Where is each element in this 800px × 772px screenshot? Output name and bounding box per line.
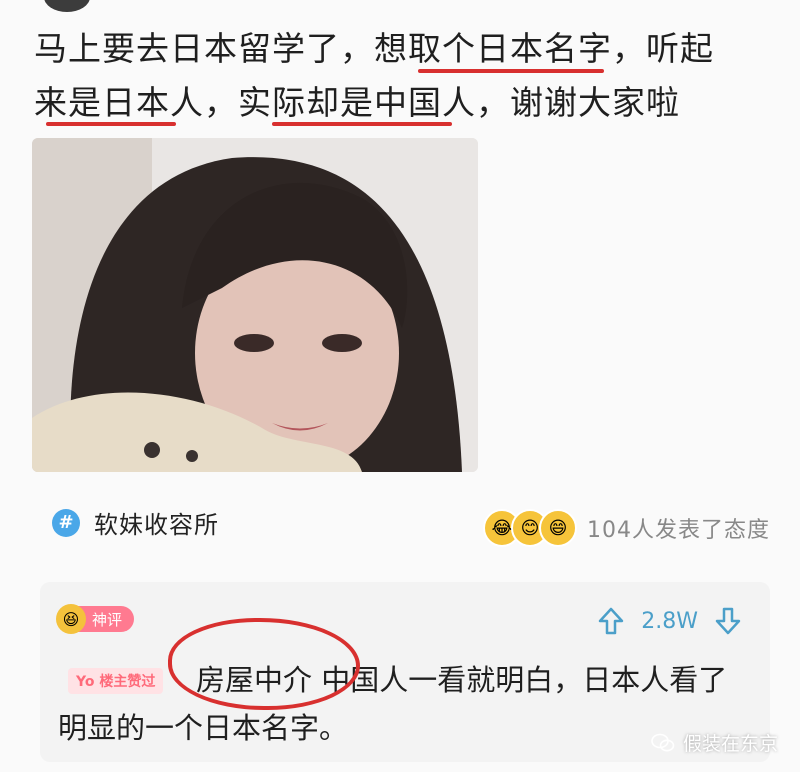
highlight-underline <box>272 122 452 126</box>
highlight-circle <box>168 618 360 710</box>
grin-emoji-icon: 😄 <box>539 509 577 547</box>
topic-tag[interactable]: # 软妹收容所 <box>52 505 219 540</box>
post-text: 马上要去日本留学了，想取个日本名字，听起 来是日本人，实际却是中国人，谢谢大家啦 <box>34 22 774 130</box>
downvote-arrow-icon[interactable] <box>714 606 742 636</box>
god-comment-badge: 😆 神评 <box>56 604 135 634</box>
vote-count: 2.8W <box>641 608 698 634</box>
watermark: 假装在东京 <box>651 729 778 756</box>
smile-emoji-icon: 😆 <box>56 604 86 634</box>
post-text-line-2: 来是日本人，实际却是中国人，谢谢大家啦 <box>34 83 680 122</box>
wechat-icon <box>651 733 675 751</box>
reactions[interactable]: 😂 😊 😄 104人发表了态度 <box>483 509 770 547</box>
upvote-arrow-icon[interactable] <box>597 606 625 636</box>
post-text-line-1: 马上要去日本留学了，想取个日本名字，听起 <box>34 29 714 68</box>
reaction-count: 104人发表了态度 <box>587 518 770 543</box>
post-photo[interactable] <box>32 138 478 472</box>
highlight-underline <box>418 69 604 73</box>
topic-label: 软妹收容所 <box>94 511 219 539</box>
watermark-label: 假装在东京 <box>682 733 778 755</box>
comment-text: 房屋中介 中国人一看就明白，日本人看了明显的一个日本名字。 <box>58 663 728 745</box>
avatar[interactable] <box>44 0 90 12</box>
vote-controls: 2.8W <box>597 606 742 636</box>
highlight-underline <box>46 122 176 126</box>
hash-icon: # <box>52 508 80 537</box>
